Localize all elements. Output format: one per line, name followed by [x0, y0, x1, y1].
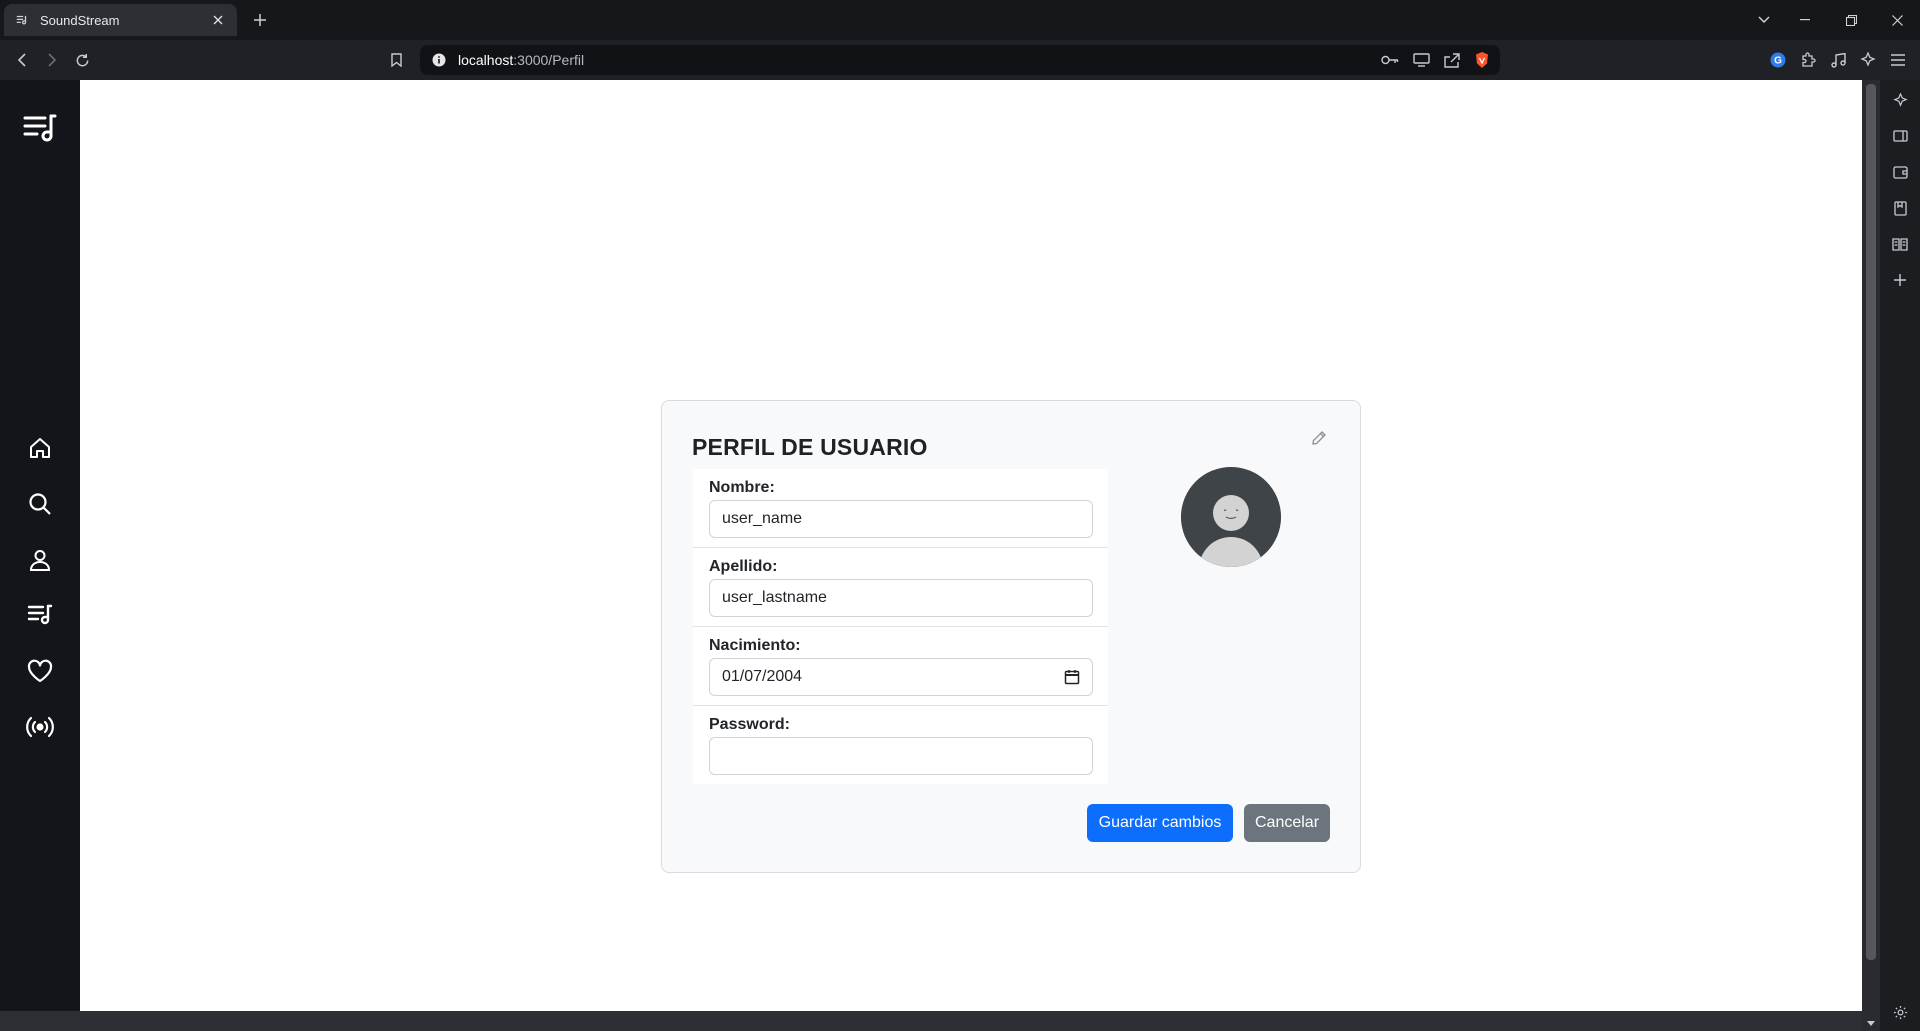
- user-icon[interactable]: [0, 540, 80, 580]
- cast-icon[interactable]: [1413, 53, 1430, 67]
- extension-badge-icon[interactable]: G: [1766, 48, 1790, 72]
- svg-text:G: G: [1774, 56, 1782, 67]
- cancel-button[interactable]: Cancelar: [1244, 804, 1330, 842]
- leo-sidebar-icon[interactable]: [1888, 88, 1912, 112]
- nacimiento-group: Nacimiento: 01/07/2004: [693, 627, 1108, 706]
- reload-icon[interactable]: [70, 48, 94, 72]
- broadcast-icon[interactable]: [0, 707, 80, 747]
- media-music-icon[interactable]: [1826, 48, 1850, 72]
- tab-title: SoundStream: [40, 12, 120, 28]
- page-title: PERFIL DE USUARIO: [692, 434, 928, 460]
- window-controls: [1782, 0, 1920, 40]
- new-tab-icon[interactable]: [248, 8, 272, 32]
- soundstream-favicon-icon: [14, 12, 30, 28]
- menu-hamburger-icon[interactable]: [1886, 48, 1910, 72]
- calendar-icon[interactable]: [1064, 669, 1080, 685]
- password-key-icon[interactable]: [1381, 55, 1399, 65]
- site-info-icon[interactable]: [432, 53, 446, 67]
- address-bar[interactable]: localhost:3000/Perfil: [420, 45, 1500, 75]
- close-window-icon[interactable]: [1874, 0, 1920, 40]
- heart-icon[interactable]: [0, 651, 80, 691]
- app-sidebar: [0, 80, 80, 1011]
- nombre-label: Nombre:: [709, 479, 775, 496]
- nacimiento-value: 01/07/2004: [722, 668, 803, 685]
- browser-side-panel-rail: [1880, 80, 1920, 1031]
- close-tab-icon[interactable]: [209, 11, 227, 29]
- nombre-group: Nombre: user_name: [693, 469, 1108, 548]
- url-host: localhost: [458, 52, 514, 68]
- apellido-input[interactable]: user_lastname: [709, 579, 1093, 617]
- profile-card: PERFIL DE USUARIO Nombre: user_name Apel…: [661, 400, 1361, 873]
- share-icon[interactable]: [1444, 52, 1460, 68]
- soundstream-logo-icon[interactable]: [0, 104, 80, 152]
- brave-shield-icon[interactable]: [1474, 51, 1490, 69]
- avatar-placeholder-icon: [1181, 467, 1281, 567]
- page-content: PERFIL DE USUARIO Nombre: user_name Apel…: [80, 80, 1862, 1011]
- nacimiento-date-input[interactable]: 01/07/2004: [709, 658, 1093, 696]
- tab-list-chevron-icon[interactable]: [1752, 8, 1776, 32]
- address-bar-actions: [1381, 45, 1490, 75]
- profile-form: Nombre: user_name Apellido: user_lastnam…: [693, 469, 1108, 784]
- leo-ai-icon[interactable]: [1856, 48, 1880, 72]
- save-button[interactable]: Guardar cambios: [1087, 804, 1233, 842]
- browser-tab-bar: [0, 0, 1920, 40]
- forward-icon[interactable]: [40, 48, 64, 72]
- password-label: Password:: [709, 716, 790, 733]
- bookmarks-panel-icon[interactable]: [1888, 196, 1912, 220]
- extensions-puzzle-icon[interactable]: [1796, 48, 1820, 72]
- playlist-icon[interactable]: [0, 595, 80, 635]
- scrollbar-thumb[interactable]: [1866, 84, 1876, 960]
- wallet-icon[interactable]: [1888, 160, 1912, 184]
- pencil-edit-icon[interactable]: [1308, 427, 1330, 449]
- avatar: [1181, 467, 1281, 567]
- add-panel-icon[interactable]: [1888, 268, 1912, 292]
- scroll-down-arrow-icon[interactable]: [1864, 1018, 1878, 1028]
- password-group: Password:: [693, 706, 1108, 785]
- nacimiento-label: Nacimiento:: [709, 637, 801, 654]
- reading-list-icon[interactable]: [1888, 232, 1912, 256]
- panel-settings-gear-icon[interactable]: [1888, 1000, 1912, 1024]
- url-path: :3000/Perfil: [513, 52, 585, 68]
- browser-tab[interactable]: SoundStream: [4, 4, 237, 36]
- home-icon[interactable]: [0, 428, 80, 468]
- bookmark-icon[interactable]: [384, 48, 408, 72]
- back-icon[interactable]: [10, 48, 34, 72]
- search-icon[interactable]: [0, 484, 80, 524]
- status-strip: [0, 1011, 1862, 1031]
- apellido-label: Apellido:: [709, 558, 778, 575]
- minimize-icon[interactable]: [1782, 0, 1828, 40]
- restore-icon[interactable]: [1828, 0, 1874, 40]
- apellido-group: Apellido: user_lastname: [693, 548, 1108, 627]
- nombre-input[interactable]: user_name: [709, 500, 1093, 538]
- password-input[interactable]: [709, 737, 1093, 775]
- tab-panel-icon[interactable]: [1888, 124, 1912, 148]
